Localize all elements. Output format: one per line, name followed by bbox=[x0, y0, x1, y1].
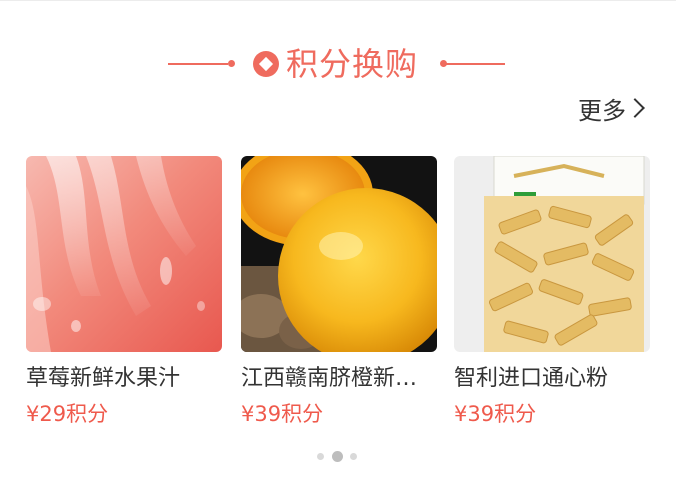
chevron-right-icon bbox=[625, 98, 645, 118]
product-name: 江西赣南脐橙新鲜... bbox=[241, 366, 437, 391]
header-decor-line-right bbox=[445, 63, 505, 65]
product-name: 智利进口通心粉 bbox=[454, 366, 609, 391]
product-name: 草莓新鲜水果汁 bbox=[26, 366, 181, 391]
product-price: ¥39积分 bbox=[454, 402, 537, 426]
top-divider bbox=[0, 0, 676, 1]
more-link[interactable]: 更多 bbox=[578, 90, 646, 126]
product-card[interactable]: 江西赣南脐橙新鲜... ¥39积分 bbox=[241, 156, 437, 426]
page-dot-3[interactable] bbox=[350, 453, 357, 460]
product-image-navel-orange[interactable] bbox=[241, 156, 437, 352]
section-title: 积分换购 bbox=[286, 45, 419, 83]
header-decor-line-left bbox=[168, 63, 228, 65]
product-card[interactable]: 草莓新鲜水果汁 ¥29积分 bbox=[26, 156, 222, 426]
pagination-dots bbox=[0, 450, 676, 464]
section-header: 积分换购 bbox=[0, 40, 676, 88]
product-price: ¥39积分 bbox=[241, 402, 324, 426]
product-price: ¥29积分 bbox=[26, 402, 109, 426]
page-dot-2-active[interactable] bbox=[332, 451, 343, 462]
product-image-penne-pasta[interactable] bbox=[454, 156, 650, 352]
header-decor-dot-left bbox=[228, 60, 235, 67]
product-card[interactable]: 智利进口通心粉 ¥39积分 bbox=[454, 156, 650, 426]
page-dot-1[interactable] bbox=[317, 453, 324, 460]
product-image-strawberry-juice[interactable] bbox=[26, 156, 222, 352]
more-label: 更多 bbox=[578, 96, 626, 125]
points-diamond-icon bbox=[253, 51, 279, 77]
